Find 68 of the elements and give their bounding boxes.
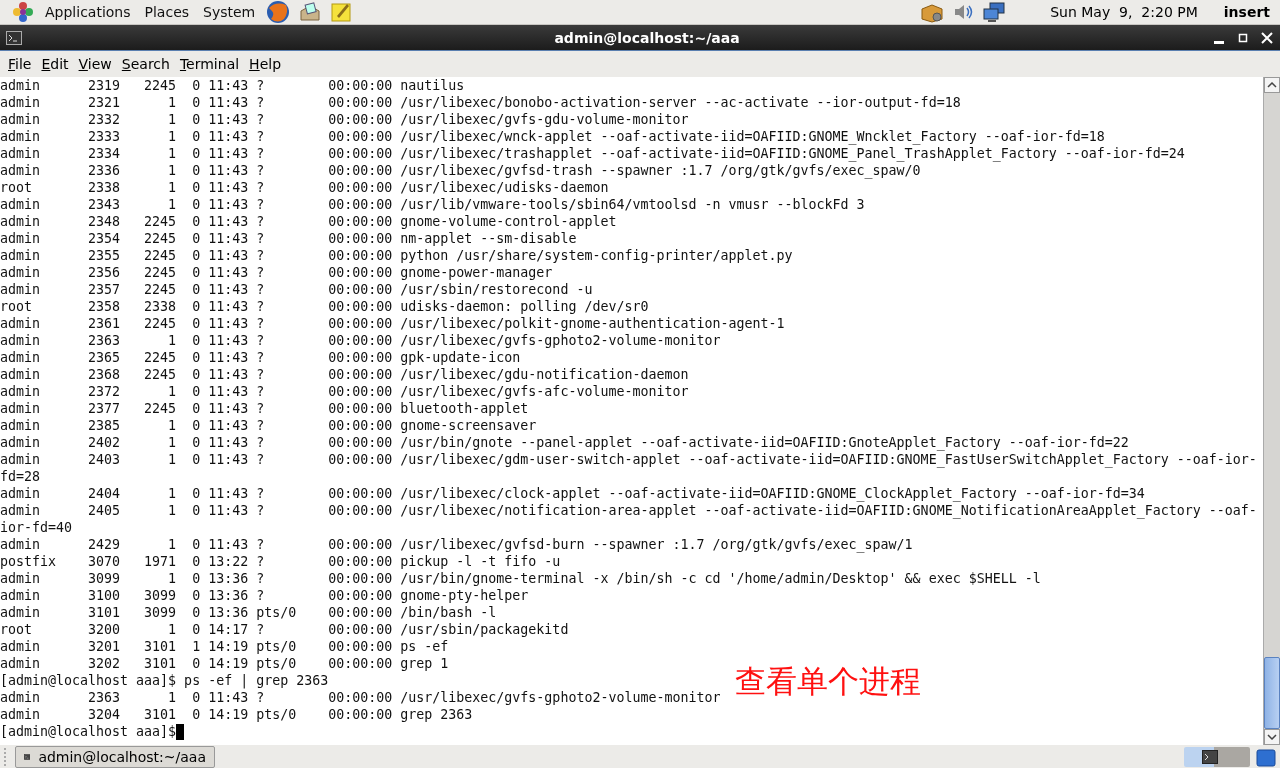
user-name[interactable]: insert	[1223, 4, 1270, 20]
annotation: 查看单个进程	[735, 666, 921, 697]
network-icon[interactable]	[982, 1, 1007, 23]
process-line: admin 2363 1 0 11:43 ? 00:00:00 /usr/libexec/gvfs-gphoto2-volume-monitor	[0, 332, 722, 349]
process-line: admin 2363 1 0 11:43 ? 00:00:00 /usr/libexec/gvfs-gphoto2-volume-monitor	[0, 689, 722, 706]
process-line: admin 2365 2245 0 11:43 ? 00:00:00 gpk-update-icon	[0, 349, 522, 366]
process-line: admin 2429 1 0 11:43 ? 00:00:00 /usr/libexec/gvfsd-burn --spawner :1.7 /org/gtk/gvfs/exec_spaw/1	[0, 536, 914, 553]
panel-menu[interactable]: Places	[137, 4, 197, 20]
prompt-line: [admin@localhost aaa]$ ps -ef | grep 2363	[0, 672, 329, 689]
process-line: admin 2336 1 0 11:43 ? 00:00:00 /usr/libexec/gvfsd-trash --spawner :1.7 /org/gtk/gvfs/exec_spaw/0	[0, 162, 922, 179]
menu-item[interactable]: Edit	[36, 56, 74, 72]
process-line: admin 2332 1 0 11:43 ? 00:00:00 /usr/libexec/gvfs-gdu-volume-monitor	[0, 111, 690, 128]
process-line: admin 2368 2245 0 11:43 ? 00:00:00 /usr/libexec/gdu-notification-daemon	[0, 366, 690, 383]
process-line: root 2338 1 0 11:43 ? 00:00:00 /usr/libexec/udisks-daemon	[0, 179, 610, 196]
package-icon[interactable]	[920, 1, 945, 23]
process-line: admin 2357 2245 0 11:43 ? 00:00:00 /usr/sbin/restorecond -u	[0, 281, 594, 298]
workspace-switcher[interactable]	[1184, 747, 1250, 767]
globe-icon[interactable]	[266, 0, 291, 24]
menu-item[interactable]: Terminal	[174, 56, 245, 72]
menu-item[interactable]: File	[3, 56, 37, 72]
process-line: admin 2402 1 0 11:43 ? 00:00:00 /usr/bin/gnote --panel-applet --oaf-activate-iid=OAFIID:GnoteApplet_Factory --oaf-ior-fd=22	[0, 434, 1130, 451]
scroll-down-icon[interactable]	[1267, 734, 1277, 740]
prompt-line: [admin@localhost aaa]$	[0, 723, 177, 740]
notepad-icon[interactable]	[330, 1, 353, 23]
scroll-thumb[interactable]	[1264, 657, 1280, 729]
flower-icon[interactable]	[12, 1, 34, 23]
process-line: admin 2355 2245 0 11:43 ? 00:00:00 python /usr/share/system-config-printer/applet.py	[0, 247, 794, 264]
process-line: admin 2404 1 0 11:43 ? 00:00:00 /usr/libexec/clock-applet --oaf-activate-iid=OAFIID:GNOME_ClockApplet_Factory --oaf-ior-fd=34	[0, 485, 1146, 502]
menu-item[interactable]: Help	[244, 56, 287, 72]
process-line: admin 2319 2245 0 11:43 ? 00:00:00 nautilus	[0, 77, 466, 94]
process-line: root 2358 2338 0 11:43 ? 00:00:00 udisks-daemon: polling /dev/sr0	[0, 298, 650, 315]
process-line: admin 2321 1 0 11:43 ? 00:00:00 /usr/libexec/bonobo-activation-server --ac-activate --ior-output-fd=18	[0, 94, 962, 111]
process-line: admin 2403 1 0 11:43 ? 00:00:00 /usr/libexec/gdm-user-switch-applet --oaf-activate-iid=OAFIID:GNOME_FastUserSwitchApplet_Factory --oaf-ior-	[0, 451, 1258, 468]
process-line: admin 2361 2245 0 11:43 ? 00:00:00 /usr/libexec/polkit-gnome-authentication-agent-1	[0, 315, 786, 332]
process-line: admin 2377 2245 0 11:43 ? 00:00:00 bluetooth-applet	[0, 400, 530, 417]
process-line: postfix 3070 1971 0 13:22 ? 00:00:00 pickup -l -t fifo -u	[0, 553, 562, 570]
process-line: admin 2333 1 0 11:43 ? 00:00:00 /usr/libexec/wnck-applet --oaf-activate-iid=OAFIID:GNOME_Wncklet_Factory --oaf-ior-fd=18	[0, 128, 1106, 145]
process-line: admin 2343 1 0 11:43 ? 00:00:00 /usr/lib/vmware-tools/sbin64/vmtoolsd -n vmusr --blockFd 3	[0, 196, 866, 213]
process-line: fd=28	[0, 468, 42, 485]
close-icon[interactable]	[1260, 30, 1274, 45]
clock[interactable]: Sun May 9, 2:20 PM	[1050, 4, 1198, 20]
process-line: ior-fd=40	[0, 519, 74, 536]
terminal-icon	[6, 30, 22, 45]
process-line: admin 3100 3099 0 13:36 ? 00:00:00 gnome-pty-helper	[0, 587, 530, 604]
trash-icon[interactable]	[1256, 747, 1276, 767]
menu-item[interactable]: Search	[116, 56, 175, 72]
window-title: admin@localhost:~/aaa	[553, 29, 741, 46]
process-line: admin 2356 2245 0 11:43 ? 00:00:00 gnome-power-manager	[0, 264, 554, 281]
process-line: admin 3101 3099 0 13:36 pts/0 00:00:00 /bin/bash -l	[0, 604, 498, 621]
process-line: admin 3202 3101 0 14:19 pts/0 00:00:00 grep 1	[0, 655, 450, 672]
process-line: admin 3204 3101 0 14:19 pts/0 00:00:00 grep 2363	[0, 706, 474, 723]
process-line: admin 2348 2245 0 11:43 ? 00:00:00 gnome-volume-control-applet	[0, 213, 618, 230]
envelope-icon[interactable]	[298, 0, 323, 24]
process-line: root 3200 1 0 14:17 ? 00:00:00 /usr/sbin/packagekitd	[0, 621, 570, 638]
process-line: admin 3099 1 0 13:36 ? 00:00:00 /usr/bin/gnome-terminal -x /bin/sh -c cd '/home/admin/Desktop' && exec $SHELL -l	[0, 570, 1042, 587]
process-line: admin 2405 1 0 11:43 ? 00:00:00 /usr/libexec/notification-area-applet --oaf-activate-iid=OAFIID:GNOME_NotificationAreaApplet_Factory --oaf-	[0, 502, 1258, 519]
panel-menu[interactable]: Applications	[38, 4, 138, 20]
menu-item[interactable]: View	[73, 56, 117, 72]
process-line: admin 2385 1 0 11:43 ? 00:00:00 gnome-screensaver	[0, 417, 538, 434]
scrollbar[interactable]	[1263, 77, 1280, 745]
scroll-up-icon[interactable]	[1267, 82, 1277, 88]
process-line: admin 2334 1 0 11:43 ? 00:00:00 /usr/libexec/trashapplet --oaf-activate-iid=OAFIID:GNOME_Panel_TrashApplet_Factory --oaf-ior-fd=24	[0, 145, 1186, 162]
terminal-icon	[1202, 750, 1218, 764]
taskbar-button[interactable]: admin@localhost:~/aaa	[15, 746, 215, 768]
panel-menu[interactable]: System	[196, 4, 263, 20]
process-line: admin 2372 1 0 11:43 ? 00:00:00 /usr/libexec/gvfs-afc-volume-monitor	[0, 383, 690, 400]
process-line: admin 3201 3101 1 14:19 pts/0 00:00:00 ps -ef	[0, 638, 450, 655]
process-line: admin 2354 2245 0 11:43 ? 00:00:00 nm-applet --sm-disable	[0, 230, 578, 247]
